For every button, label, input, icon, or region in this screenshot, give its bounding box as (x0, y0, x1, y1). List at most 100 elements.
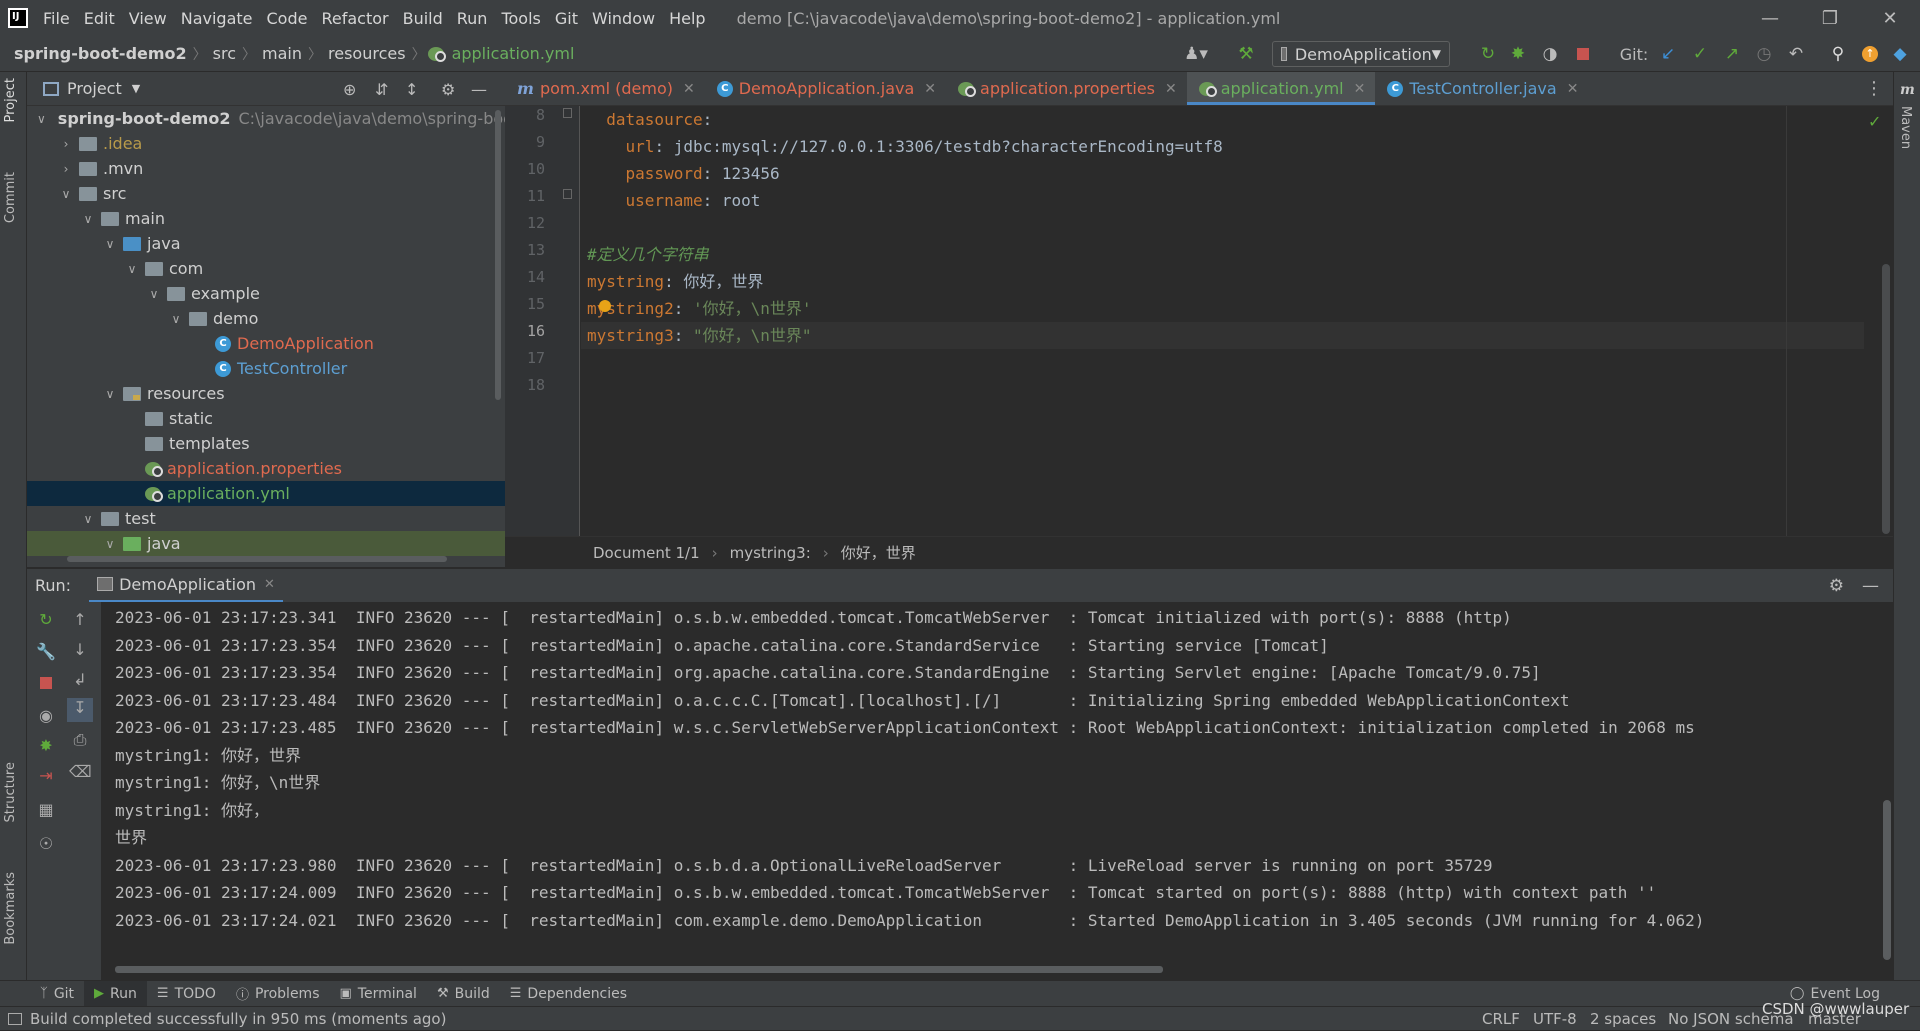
build-hammer-icon[interactable]: ⚒ (1232, 36, 1260, 72)
rerun-icon[interactable]: ↻ (1476, 36, 1500, 72)
menu-window[interactable]: Window (585, 9, 662, 28)
tree-item-com[interactable]: ∨ com (27, 256, 505, 281)
rerun-icon[interactable]: ↻ (35, 610, 57, 629)
more-options-icon[interactable]: ⋮ (1865, 78, 1883, 99)
project-panel-title[interactable]: Project (67, 79, 122, 98)
chevron-down-icon[interactable]: ∨ (125, 262, 139, 276)
breadcrumb-src[interactable]: src (209, 44, 240, 63)
close-icon[interactable]: ✕ (1165, 81, 1177, 97)
tab-pom-xml[interactable]: m pom.xml (demo) ✕ (505, 72, 705, 105)
chevron-down-icon[interactable]: ∨ (103, 387, 117, 401)
locate-icon[interactable]: ⊕ (343, 80, 356, 99)
history-icon[interactable]: ◷ (1752, 36, 1776, 72)
chevron-down-icon[interactable]: ∨ (81, 512, 95, 526)
hide-panel-icon[interactable]: — (1862, 576, 1879, 596)
toolwindow-todo[interactable]: ☰ TODO (147, 981, 226, 1007)
rollback-icon[interactable]: ↶ (1784, 36, 1808, 72)
menu-refactor[interactable]: Refactor (314, 9, 395, 28)
git-update-icon[interactable]: ↙ (1656, 36, 1680, 72)
project-vertical-scrollbar[interactable] (495, 110, 501, 400)
tree-item-application-yml[interactable]: application.yml (27, 481, 505, 506)
minimize-icon[interactable]: — (1740, 0, 1800, 36)
chevron-down-icon[interactable]: ∨ (169, 312, 183, 326)
chevron-down-icon[interactable]: ▼ (132, 82, 140, 95)
tree-item-application-properties[interactable]: application.properties (27, 456, 505, 481)
chevron-down-icon[interactable]: ∨ (103, 237, 117, 251)
maven-tool-tab[interactable]: Maven (1898, 106, 1913, 149)
tree-item-example[interactable]: ∨ example (27, 281, 505, 306)
tree-item-test[interactable]: ∨ test (27, 506, 505, 531)
git-commit-icon[interactable]: ✓ (1688, 36, 1712, 72)
run-configuration-select[interactable]: DemoApplication ▼ (1272, 41, 1450, 67)
breadcrumb-file[interactable]: application.yml (448, 44, 579, 63)
breadcrumb-resources[interactable]: resources (324, 44, 410, 63)
tab-application-yml[interactable]: application.yml ✕ (1186, 72, 1376, 105)
tree-item-resources[interactable]: ∨ resources (27, 381, 505, 406)
user-icon[interactable]: ♟▾ (1180, 36, 1212, 72)
soft-wrap-icon[interactable]: ↲ (69, 670, 91, 689)
chevron-down-icon[interactable]: ∨ (37, 112, 46, 126)
close-icon[interactable]: ✕ (264, 577, 275, 592)
menu-edit[interactable]: Edit (77, 9, 122, 28)
menu-help[interactable]: Help (662, 9, 712, 28)
project-tool-tab[interactable]: Project (3, 78, 18, 122)
status-message[interactable]: Build completed successfully in 950 ms (… (30, 1010, 446, 1028)
scroll-to-end-icon[interactable]: ↧ (67, 698, 93, 722)
tab-demoapplication-java[interactable]: C DemoApplication.java ✕ (705, 72, 946, 105)
toolwindow-build[interactable]: ⚒ Build (427, 981, 500, 1007)
tree-item-project-root[interactable]: ∨ spring-boot-demo2 C:\javacode\java\dem… (27, 106, 505, 131)
close-icon[interactable]: ✕ (683, 81, 695, 97)
wrench-icon[interactable]: 🔧 (35, 642, 57, 661)
close-icon[interactable]: ✕ (1354, 81, 1366, 97)
stop-icon[interactable] (35, 674, 57, 693)
tree-item-mvn[interactable]: › .mvn (27, 156, 505, 181)
arrow-up-icon[interactable]: ↑ (69, 610, 91, 629)
breadcrumb-document[interactable]: Document 1/1 (593, 544, 700, 562)
chevron-down-icon[interactable]: ∨ (103, 537, 117, 551)
breadcrumb-key[interactable]: mystring3: (730, 544, 811, 562)
tree-item-src[interactable]: ∨ src (27, 181, 505, 206)
chevron-down-icon[interactable]: ∨ (59, 187, 73, 201)
file-encoding[interactable]: UTF-8 (1533, 1007, 1577, 1031)
code-editor[interactable]: datasource: url: jdbc:mysql://127.0.0.1:… (581, 106, 1864, 536)
chevron-down-icon[interactable]: ∨ (81, 212, 95, 226)
inspection-ok-icon[interactable]: ✓ (1868, 112, 1881, 131)
toolwindow-git[interactable]: ᛉ Git (30, 981, 84, 1007)
exit-icon[interactable]: ⇥ (35, 766, 57, 785)
debug-bug-icon[interactable]: ✸ (1506, 36, 1530, 72)
gear-icon[interactable]: ⚙ (441, 80, 455, 99)
search-icon[interactable]: ⚲ (1826, 36, 1850, 72)
toolwindow-dependencies[interactable]: ☰ Dependencies (500, 981, 637, 1007)
menu-build[interactable]: Build (396, 9, 450, 28)
menu-run[interactable]: Run (450, 9, 495, 28)
fold-marker-icon[interactable] (563, 108, 572, 118)
tree-item-test-java[interactable]: ∨ java (27, 531, 505, 556)
tree-item-idea[interactable]: › .idea (27, 131, 505, 156)
console-horizontal-scrollbar[interactable] (115, 966, 1163, 973)
editor-vertical-scrollbar[interactable] (1882, 264, 1890, 534)
menu-file[interactable]: File (36, 9, 77, 28)
console-vertical-scrollbar[interactable] (1883, 800, 1891, 960)
arrow-down-icon[interactable]: ↓ (69, 640, 91, 659)
breadcrumb-value[interactable]: 你好，世界 (841, 542, 916, 563)
gear-icon[interactable]: ⚙ (1829, 576, 1844, 596)
print-icon[interactable]: ⎙ (69, 730, 91, 750)
lightbulb-icon[interactable] (599, 300, 611, 312)
project-horizontal-scrollbar[interactable] (67, 556, 447, 562)
trash-icon[interactable]: ⌫ (69, 762, 92, 781)
restore-icon[interactable]: ❐ (1800, 0, 1860, 36)
toolwindow-terminal[interactable]: ▣ Terminal (329, 981, 426, 1007)
tree-item-demoapplication[interactable]: C DemoApplication (27, 331, 505, 356)
menu-tools[interactable]: Tools (494, 9, 547, 28)
console-output[interactable]: 2023-06-01 23:17:23.341 INFO 23620 --- [… (101, 602, 1893, 980)
pin-icon[interactable]: ☉ (35, 834, 57, 853)
layout-toggle-icon[interactable] (8, 1012, 22, 1025)
tab-run-demoapplication[interactable]: DemoApplication ✕ (89, 569, 283, 603)
stop-icon[interactable] (1574, 36, 1592, 72)
coverage-icon[interactable]: ◑ (1538, 36, 1562, 72)
toolwindow-run[interactable]: ▶ Run (84, 980, 147, 1007)
tree-item-main[interactable]: ∨ main (27, 206, 505, 231)
bookmarks-tool-tab[interactable]: Bookmarks (3, 872, 18, 945)
tab-application-properties[interactable]: application.properties ✕ (946, 72, 1187, 105)
tree-item-demo[interactable]: ∨ demo (27, 306, 505, 331)
